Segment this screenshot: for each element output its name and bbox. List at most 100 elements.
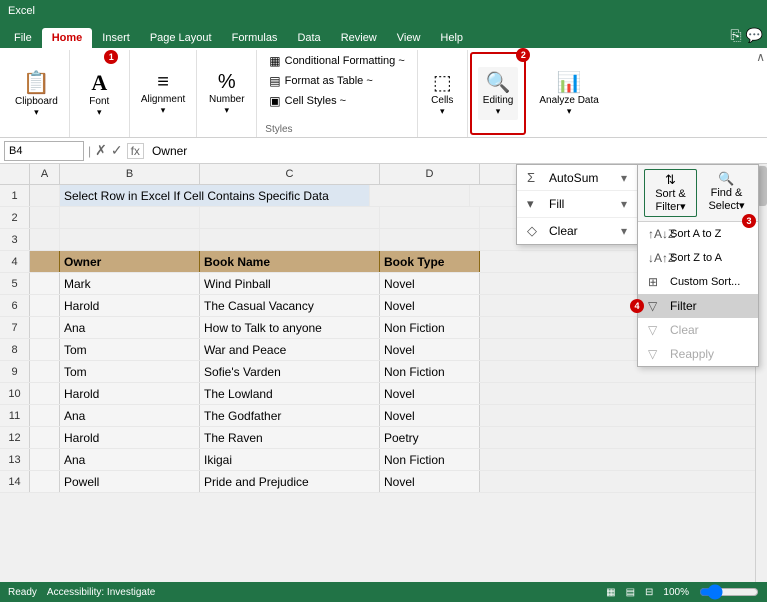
cell-b13[interactable]: Ana: [60, 449, 200, 470]
cell-d7[interactable]: Non Fiction: [380, 317, 480, 338]
cell-c11[interactable]: The Godfather: [200, 405, 380, 426]
cell-b8[interactable]: Tom: [60, 339, 200, 360]
cell-c14[interactable]: Pride and Prejudice: [200, 471, 380, 492]
cell-c13[interactable]: Ikigai: [200, 449, 380, 470]
zoom-slider[interactable]: [699, 587, 759, 597]
cell-d13[interactable]: Non Fiction: [380, 449, 480, 470]
cell-b5[interactable]: Mark: [60, 273, 200, 294]
cell-c7[interactable]: How to Talk to anyone: [200, 317, 380, 338]
cell-b9[interactable]: Tom: [60, 361, 200, 382]
cell-a5[interactable]: [30, 273, 60, 294]
cell-c6[interactable]: The Casual Vacancy: [200, 295, 380, 316]
cell-d4[interactable]: Book Type: [380, 251, 480, 272]
ribbon-expand-icon[interactable]: ∧: [756, 50, 765, 64]
tab-help[interactable]: Help: [430, 28, 473, 48]
cell-a12[interactable]: [30, 427, 60, 448]
cell-a3[interactable]: [30, 229, 60, 250]
sort-filter-title[interactable]: ⇅ Sort &Filter▾: [644, 169, 697, 217]
cell-a6[interactable]: [30, 295, 60, 316]
cell-c2[interactable]: [200, 207, 380, 228]
cell-a14[interactable]: [30, 471, 60, 492]
cell-a11[interactable]: [30, 405, 60, 426]
tab-formulas[interactable]: Formulas: [222, 28, 288, 48]
view-normal-icon[interactable]: ▦: [606, 587, 615, 598]
cell-b7[interactable]: Ana: [60, 317, 200, 338]
cell-c10[interactable]: The Lowland: [200, 383, 380, 404]
cell-b4[interactable]: Owner: [60, 251, 200, 272]
tab-view[interactable]: View: [387, 28, 431, 48]
insert-function-icon[interactable]: fx: [127, 143, 144, 159]
conditional-formatting-button[interactable]: ▦ Conditional Formatting ~: [265, 52, 409, 70]
reapply-item[interactable]: ▽ Reapply: [638, 342, 758, 366]
editing-button[interactable]: 🔍 Editing ▾: [478, 67, 519, 120]
custom-sort-item[interactable]: ⊞ Custom Sort...: [638, 270, 758, 294]
cell-d1[interactable]: [370, 185, 470, 206]
cell-d12[interactable]: Poetry: [380, 427, 480, 448]
cell-d6[interactable]: Novel: [380, 295, 480, 316]
cell-b14[interactable]: Powell: [60, 471, 200, 492]
cell-b1[interactable]: Select Row in Excel If Cell Contains Spe…: [60, 185, 370, 206]
cell-c8[interactable]: War and Peace: [200, 339, 380, 360]
cell-a7[interactable]: [30, 317, 60, 338]
cell-c9[interactable]: Sofie's Varden: [200, 361, 380, 382]
analyze-button[interactable]: 📊 Analyze Data ▾: [534, 67, 603, 120]
cell-c3[interactable]: [200, 229, 380, 250]
sort-z-to-a-item[interactable]: ↓A↑Z Sort Z to A: [638, 246, 758, 270]
tab-insert[interactable]: Insert: [92, 28, 140, 48]
format-as-table-button[interactable]: ▤ Format as Table ~: [265, 72, 409, 90]
view-page-break-icon[interactable]: ⊟: [645, 587, 653, 598]
ribbon-share-icon[interactable]: ⎘: [730, 27, 741, 44]
col-header-a[interactable]: A: [30, 164, 60, 184]
cell-c5[interactable]: Wind Pinball: [200, 273, 380, 294]
formula-input[interactable]: Owner: [148, 144, 763, 158]
cell-reference-box[interactable]: B4: [4, 141, 84, 161]
cell-b12[interactable]: Harold: [60, 427, 200, 448]
cell-d5[interactable]: Novel: [380, 273, 480, 294]
clipboard-button[interactable]: 📋 Clipboard ▾: [10, 67, 63, 121]
sort-a-to-z-item[interactable]: ↑A↓Z Sort A to Z: [638, 222, 758, 246]
col-header-d[interactable]: D: [380, 164, 480, 184]
formula-confirm-icon[interactable]: ✓: [111, 142, 123, 159]
cell-a13[interactable]: [30, 449, 60, 470]
autosum-item[interactable]: Σ AutoSum ▾: [517, 165, 637, 191]
cell-b2[interactable]: [60, 207, 200, 228]
col-header-b[interactable]: B: [60, 164, 200, 184]
filter-item[interactable]: ▽ Filter 4: [638, 294, 758, 318]
cell-d10[interactable]: Novel: [380, 383, 480, 404]
cell-a2[interactable]: [30, 207, 60, 228]
ribbon-comment-icon[interactable]: 💬: [746, 27, 763, 44]
cell-b11[interactable]: Ana: [60, 405, 200, 426]
cell-d3[interactable]: [380, 229, 480, 250]
tab-file[interactable]: File: [4, 28, 42, 48]
cells-button[interactable]: ⬚ Cells ▾: [426, 67, 458, 120]
number-button[interactable]: % Number ▾: [204, 68, 250, 119]
font-button[interactable]: A Font ▾: [84, 67, 114, 121]
formula-cancel-icon[interactable]: ✗: [95, 142, 107, 159]
cell-a4[interactable]: [30, 251, 60, 272]
cell-c4[interactable]: Book Name: [200, 251, 380, 272]
cell-d14[interactable]: Novel: [380, 471, 480, 492]
tab-page-layout[interactable]: Page Layout: [140, 28, 222, 48]
alignment-button[interactable]: ≡ Alignment ▾: [136, 68, 190, 119]
tab-data[interactable]: Data: [287, 28, 330, 48]
col-header-c[interactable]: C: [200, 164, 380, 184]
clear-dropdown-item[interactable]: ◇ Clear ▾: [517, 218, 637, 244]
cell-styles-button[interactable]: ▣ Cell Styles ~: [265, 92, 409, 110]
tab-review[interactable]: Review: [331, 28, 387, 48]
find-select-title[interactable]: 🔍 Find &Select▾: [701, 169, 752, 217]
cell-b3[interactable]: [60, 229, 200, 250]
cell-a9[interactable]: [30, 361, 60, 382]
fill-item[interactable]: ▾ Fill ▾: [517, 191, 637, 218]
cell-d11[interactable]: Novel: [380, 405, 480, 426]
cell-c12[interactable]: The Raven: [200, 427, 380, 448]
cell-a10[interactable]: [30, 383, 60, 404]
cell-a1[interactable]: [30, 185, 60, 206]
cell-a8[interactable]: [30, 339, 60, 360]
tab-home[interactable]: Home: [42, 28, 93, 48]
cell-d2[interactable]: [380, 207, 480, 228]
cell-d8[interactable]: Novel: [380, 339, 480, 360]
view-layout-icon[interactable]: ▤: [626, 587, 635, 598]
cell-d9[interactable]: Non Fiction: [380, 361, 480, 382]
cell-b6[interactable]: Harold: [60, 295, 200, 316]
clear-filter-item[interactable]: ▽ Clear: [638, 318, 758, 342]
